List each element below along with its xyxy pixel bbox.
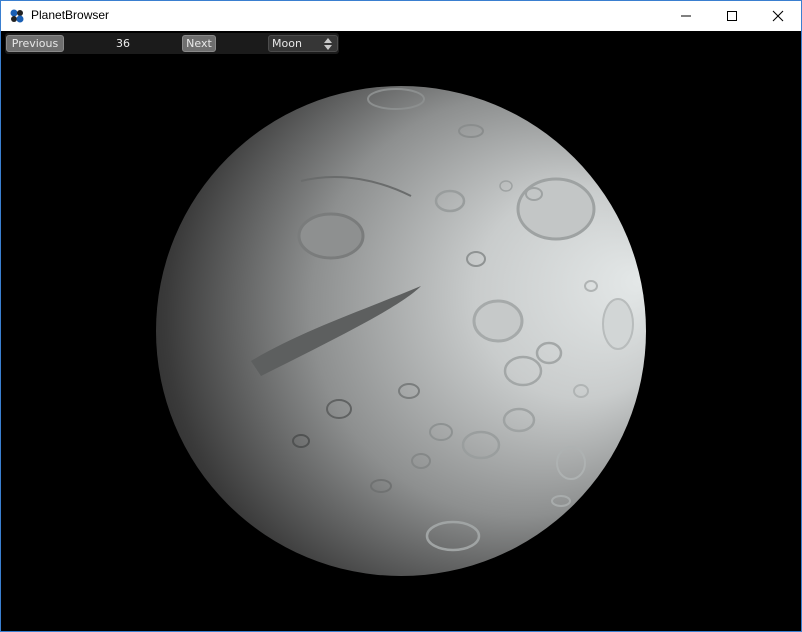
browser-toolbar: Previous 36 Next Moon <box>5 33 339 54</box>
moon-render[interactable] <box>1 31 801 631</box>
window-title: PlanetBrowser <box>31 8 110 22</box>
spinner-arrows-icon[interactable] <box>324 38 332 50</box>
planet-select[interactable]: Moon <box>268 35 338 52</box>
moon-sphere <box>156 86 646 576</box>
maximize-button[interactable] <box>709 1 755 31</box>
previous-button[interactable]: Previous <box>6 35 64 52</box>
maximize-icon <box>727 11 737 21</box>
frame-counter: 36 <box>116 37 130 50</box>
planet-browser-app-icon <box>10 9 24 23</box>
planet-select-value: Moon <box>272 37 302 50</box>
minimize-button[interactable] <box>663 1 709 31</box>
next-button[interactable]: Next <box>182 35 216 52</box>
minimize-icon <box>681 15 691 17</box>
title-bar[interactable]: PlanetBrowser <box>1 1 801 31</box>
planet-viewport[interactable]: Previous 36 Next Moon <box>1 31 801 631</box>
close-button[interactable] <box>755 1 801 31</box>
close-icon <box>772 10 784 22</box>
app-window: PlanetBrowser Previous 36 Next Moon <box>0 0 802 632</box>
